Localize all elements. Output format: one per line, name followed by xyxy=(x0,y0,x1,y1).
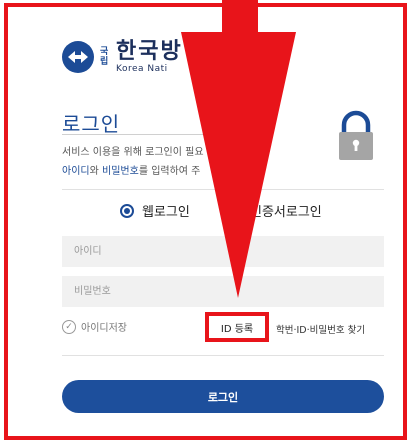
save-id-label: 아이디저장 xyxy=(81,323,127,334)
desc-pw-text: 비밀번호 xyxy=(102,166,139,177)
section-divider-bottom xyxy=(62,355,384,356)
desc-and-text: 와 xyxy=(89,166,102,177)
desc-id-text: 아이디 xyxy=(62,166,90,177)
login-description-line1: 서비스 이용을 위해 로그인이 필요 xyxy=(62,147,204,158)
logo-small-top: 국 xyxy=(100,47,109,57)
login-button[interactable]: 로그인 xyxy=(62,380,384,413)
password-input[interactable] xyxy=(62,276,384,307)
radio-selected-icon xyxy=(120,203,134,218)
save-id-checkbox[interactable]: ✓ 아이디저장 xyxy=(62,319,127,334)
section-divider-top xyxy=(62,189,384,190)
radio-web-login[interactable]: 웹로그인 xyxy=(120,201,190,220)
university-logo: 국 립 한국방 대학교 Korea Nati niversity xyxy=(62,40,287,74)
find-account-link[interactable]: 학번·ID·비밀번호 찾기 xyxy=(276,322,365,336)
university-emblem-icon xyxy=(62,41,94,73)
logo-national-mark: 국 립 xyxy=(100,47,112,67)
logo-kr-left: 한국방 xyxy=(116,39,183,64)
lock-icon xyxy=(339,110,373,160)
id-register-link[interactable]: ID 등록 xyxy=(205,312,269,342)
id-input[interactable] xyxy=(62,236,384,267)
checkmark-icon: ✓ xyxy=(62,319,76,334)
title-divider xyxy=(62,134,210,135)
radio-cert-login-label: 인증서로그인 xyxy=(250,205,322,220)
login-description-line2: 아이디와 비밀번호를 입력하여 주 xyxy=(62,162,200,177)
page-title: 로그인 xyxy=(62,112,121,136)
logo-english-name: Korea Nati niversity xyxy=(116,64,287,74)
logo-en-left: Korea Nati xyxy=(116,64,168,74)
logo-kr-right: 대학교 xyxy=(220,39,287,64)
logo-en-right: niversity xyxy=(208,64,252,74)
radio-web-login-label: 웹로그인 xyxy=(142,205,190,220)
login-type-selector: 웹로그인 인증서로그인 xyxy=(0,201,419,223)
logo-korean-name: 한국방 대학교 xyxy=(116,40,287,64)
logo-small-bottom: 립 xyxy=(100,57,109,67)
desc-rest-text: 를 입력하여 주 xyxy=(138,166,201,177)
radio-cert-login[interactable]: 인증서로그인 xyxy=(250,201,322,220)
logo-wordmark: 한국방 대학교 Korea Nati niversity xyxy=(116,40,287,75)
